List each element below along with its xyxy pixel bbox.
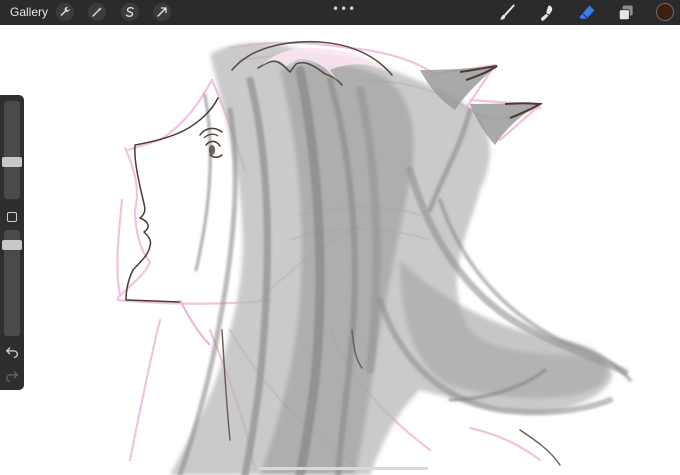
eraser-icon (579, 5, 595, 20)
opacity-thumb[interactable] (2, 240, 22, 250)
brush-size-thumb[interactable] (2, 157, 22, 167)
modify-button[interactable] (7, 212, 17, 222)
more-options-handle[interactable]: ••• (332, 3, 356, 15)
layers-icon (618, 5, 633, 21)
drawing-canvas[interactable] (0, 0, 680, 475)
layers-button[interactable] (616, 3, 636, 23)
wrench-icon (60, 6, 70, 16)
adjustments-button[interactable] (88, 3, 106, 21)
home-indicator (258, 467, 428, 470)
undo-icon[interactable] (5, 345, 19, 359)
left-sidebar (0, 95, 24, 390)
redo-icon[interactable] (5, 369, 19, 383)
smudge-tool[interactable] (537, 3, 557, 23)
top-toolbar: Gallery ••• (0, 0, 680, 25)
brush-tool[interactable] (497, 3, 517, 23)
eraser-tool[interactable] (577, 3, 597, 23)
color-picker-button[interactable] (656, 3, 674, 21)
brush-icon (500, 4, 515, 20)
gallery-button[interactable]: Gallery (10, 5, 48, 19)
transform-button[interactable] (153, 3, 171, 21)
selection-button[interactable] (121, 3, 139, 21)
selection-s-icon (125, 7, 134, 17)
transform-arrow-icon (157, 7, 167, 17)
magic-wand-icon (92, 7, 102, 17)
actions-button[interactable] (56, 3, 74, 21)
smudge-icon (540, 5, 553, 21)
brush-size-slider[interactable] (4, 101, 20, 199)
